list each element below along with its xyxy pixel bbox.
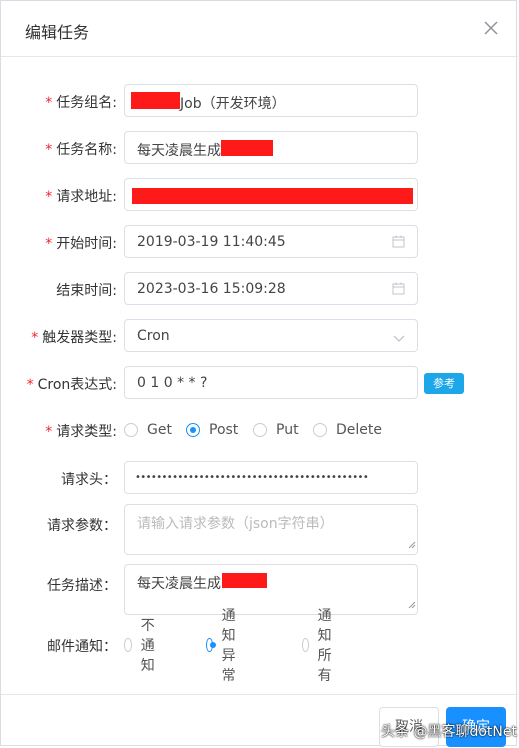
mail-notify-label: 邮件通知： xyxy=(47,639,117,655)
cron-label: * Cron表达式: xyxy=(26,377,117,393)
reference-button[interactable]: 参考 xyxy=(424,373,464,394)
footer-divider xyxy=(1,694,518,695)
radio-circle xyxy=(253,423,267,437)
radio-circle xyxy=(302,638,309,652)
start-time-value: 2019-03-19 11:40:45 xyxy=(137,234,286,250)
radio-get[interactable]: Get xyxy=(124,420,172,440)
radio-no-notify[interactable]: 不通知 xyxy=(124,618,161,674)
dialog-title: 编辑任务 xyxy=(25,23,90,42)
resize-handle-icon[interactable] xyxy=(408,597,416,613)
description-label: 任务描述： xyxy=(47,578,117,594)
end-time-label: 结束时间: xyxy=(56,283,117,299)
headers-label: 请求头： xyxy=(61,472,117,488)
radio-post[interactable]: Post xyxy=(186,420,238,440)
calendar-icon[interactable] xyxy=(392,235,405,252)
radio-label: Delete xyxy=(336,422,382,438)
radio-notify-all[interactable]: 通知所有 xyxy=(302,608,339,684)
params-label: 请求参数： xyxy=(47,518,117,534)
trigger-type-select[interactable]: Cron xyxy=(124,319,418,352)
radio-circle xyxy=(124,423,138,437)
close-icon[interactable] xyxy=(484,21,500,37)
trigger-type-label: * 触发器类型: xyxy=(31,330,117,346)
group-input[interactable]: Job（开发环境） xyxy=(124,84,418,117)
calendar-icon[interactable] xyxy=(392,282,405,299)
name-value: 每天凌晨生成 xyxy=(137,143,221,159)
end-time-value: 2023-03-16 15:09:28 xyxy=(137,281,286,297)
url-input[interactable] xyxy=(124,178,418,211)
radio-put[interactable]: Put xyxy=(253,420,299,440)
watermark: 头条 @黑客聊dotNet xyxy=(381,724,517,740)
radio-label: Put xyxy=(276,422,299,438)
group-value: Job（开发环境） xyxy=(180,96,286,112)
radio-label: 不通知 xyxy=(140,618,155,674)
start-time-label: * 开始时间: xyxy=(45,236,117,252)
edit-task-dialog: 编辑任务 * 任务组名: Job（开发环境） * 任务名称: 每天凌晨生成 * 请求地… xyxy=(0,0,518,747)
end-time-input[interactable]: 2023-03-16 15:09:28 xyxy=(124,272,418,305)
start-time-input[interactable]: 2019-03-19 11:40:45 xyxy=(124,225,418,258)
radio-label: Get xyxy=(147,422,172,438)
description-textarea[interactable]: 每天凌晨生成 xyxy=(124,564,418,615)
radio-delete[interactable]: Delete xyxy=(313,420,382,440)
radio-circle xyxy=(124,638,132,652)
params-textarea[interactable]: 请输入请求参数（json字符串） xyxy=(124,504,418,555)
radio-label: Post xyxy=(209,422,239,438)
radio-label: 通知异常 xyxy=(221,608,236,684)
name-label: * 任务名称: xyxy=(45,142,117,158)
redaction-block xyxy=(221,140,273,156)
headers-value: ••••••••••••••••••••••••••••••••••••••••… xyxy=(135,472,369,483)
chevron-down-icon xyxy=(393,331,405,347)
name-input[interactable]: 每天凌晨生成 xyxy=(124,131,418,164)
radio-circle-checked xyxy=(206,638,216,652)
headers-input[interactable]: ••••••••••••••••••••••••••••••••••••••••… xyxy=(124,461,418,494)
params-placeholder: 请输入请求参数（json字符串） xyxy=(137,516,334,532)
redaction-block xyxy=(132,188,413,204)
cron-value: 0 1 0 * * ? xyxy=(137,375,208,391)
redaction-block xyxy=(222,573,267,588)
cron-input[interactable]: 0 1 0 * * ? xyxy=(124,366,418,399)
radio-notify-error[interactable]: 通知异常 xyxy=(206,608,243,684)
trigger-type-value: Cron xyxy=(137,328,170,344)
url-label: * 请求地址: xyxy=(45,189,117,205)
resize-handle-icon[interactable] xyxy=(408,537,416,553)
description-value: 每天凌晨生成 xyxy=(137,576,221,592)
group-label: * 任务组名: xyxy=(45,95,117,111)
dialog-header: 编辑任务 xyxy=(1,1,518,57)
request-type-label: * 请求类型: xyxy=(45,424,117,440)
redaction-block xyxy=(131,92,180,109)
radio-circle-checked xyxy=(186,423,200,437)
radio-circle xyxy=(313,423,327,437)
radio-label: 通知所有 xyxy=(317,608,332,684)
